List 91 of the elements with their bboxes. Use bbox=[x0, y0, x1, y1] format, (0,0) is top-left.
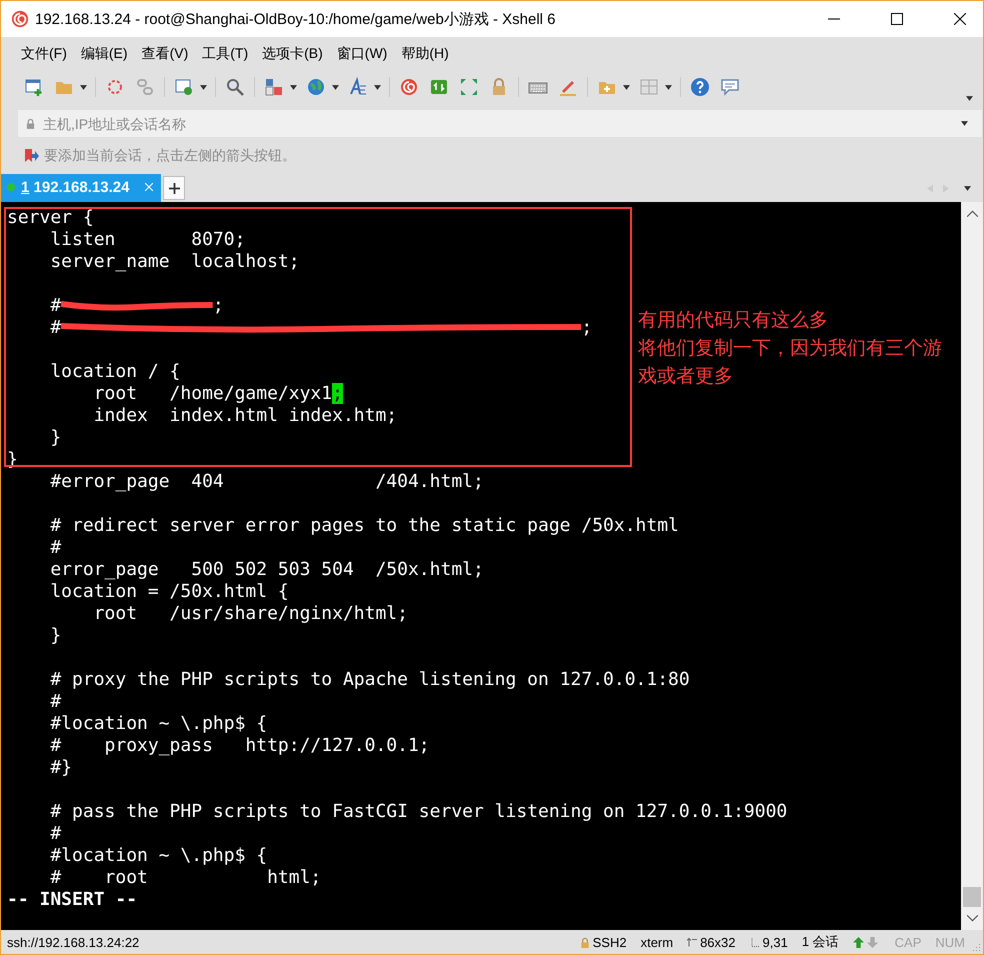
globe-icon[interactable] bbox=[306, 77, 326, 97]
status-dot bbox=[7, 183, 15, 191]
cursor-position: 9,31 bbox=[762, 934, 788, 950]
resize-grip-icon bbox=[971, 942, 981, 952]
help-icon[interactable] bbox=[690, 77, 710, 97]
code-line: location / { bbox=[49, 361, 180, 382]
menu-item[interactable]: 帮助(H) bbox=[401, 44, 449, 62]
code-line: listen 8070; bbox=[49, 229, 246, 250]
code-line: # proxy the PHP scripts to Apache listening on 127.0.0.1:80 bbox=[49, 669, 690, 690]
caret-icon[interactable] bbox=[80, 84, 87, 90]
annotation-text: 有用的代码只有这么多 bbox=[638, 308, 829, 333]
code-line: # bbox=[49, 537, 62, 558]
plus-icon bbox=[168, 182, 180, 194]
fullscreen-icon[interactable] bbox=[459, 77, 479, 97]
protocol-label: SSH2 bbox=[592, 934, 627, 950]
code-line: # bbox=[49, 295, 62, 316]
session-count: 1 会话 bbox=[802, 933, 839, 951]
app-logo-icon bbox=[11, 10, 29, 28]
maximize-icon[interactable] bbox=[891, 13, 903, 25]
caret-icon[interactable] bbox=[665, 84, 672, 90]
menu-item[interactable]: 窗口(W) bbox=[336, 44, 388, 62]
new-tab-button[interactable] bbox=[163, 176, 186, 200]
code-line: root /usr/share/nginx/html; bbox=[92, 603, 408, 624]
close-icon[interactable] bbox=[954, 13, 966, 25]
caret-icon[interactable] bbox=[964, 186, 971, 190]
caret-icon[interactable] bbox=[374, 84, 381, 90]
scroll-down-icon[interactable] bbox=[966, 915, 978, 922]
code-line: # proxy_pass http://127.0.0.1; bbox=[49, 735, 430, 756]
window-title: 192.168.13.24 - root@Shanghai-OldBoy-10:/home/game/web小游戏 - Xshell 6 bbox=[35, 10, 557, 28]
address-bar[interactable]: 主机,IP地址或会话名称 bbox=[17, 109, 983, 138]
scrollbar[interactable] bbox=[961, 202, 983, 930]
key-indicator: CAP bbox=[894, 934, 922, 950]
transfer-icon[interactable] bbox=[429, 77, 449, 97]
code-line: # bbox=[49, 823, 62, 844]
new-session-icon[interactable] bbox=[24, 77, 44, 97]
menu-item[interactable]: 工具(T) bbox=[202, 44, 248, 62]
download-arrow-icon bbox=[866, 936, 878, 948]
lock-icon bbox=[26, 118, 35, 129]
mode-indicator: -- INSERT -- bbox=[7, 889, 138, 910]
code-line: # bbox=[49, 317, 62, 338]
code-line: # bbox=[49, 691, 62, 712]
lock-icon bbox=[580, 936, 590, 948]
key-indicator: NUM bbox=[935, 934, 965, 950]
terminal-size: 86x32 bbox=[700, 934, 736, 950]
code-line: } bbox=[49, 427, 62, 448]
code-line: index index.html index.htm; bbox=[92, 405, 398, 426]
code-line: ; bbox=[581, 317, 592, 338]
connection-address: ssh://192.168.13.24:22 bbox=[7, 934, 140, 950]
properties-icon[interactable] bbox=[174, 77, 194, 97]
code-line: # redirect server error pages to the static page /50x.html bbox=[49, 515, 679, 536]
caret-icon[interactable] bbox=[290, 84, 297, 90]
code-line: error_page 500 502 503 504 /50x.html; bbox=[49, 559, 484, 580]
code-line: location = /50x.html { bbox=[49, 581, 289, 602]
code-line: server { bbox=[7, 207, 94, 228]
text-cursor: ; bbox=[332, 383, 343, 404]
code-line: # pass the PHP scripts to FastCGI server listening on 127.0.0.1:9000 bbox=[49, 801, 788, 822]
scroll-up-icon[interactable] bbox=[966, 210, 978, 217]
resize-icon bbox=[687, 936, 698, 948]
code-line: # root html; bbox=[49, 867, 322, 888]
bookmark-arrow-icon bbox=[23, 148, 39, 164]
code-line: #location ~ \.php$ { bbox=[49, 845, 268, 866]
caret-icon[interactable] bbox=[623, 84, 630, 90]
code-line: #location ~ \.php$ { bbox=[49, 713, 268, 734]
menu-item[interactable]: 文件(F) bbox=[21, 44, 67, 62]
font-icon[interactable] bbox=[348, 77, 368, 97]
caret-icon[interactable] bbox=[961, 121, 968, 126]
code-line: #} bbox=[49, 757, 72, 778]
address-field[interactable]: 主机,IP地址或会话名称 bbox=[41, 114, 960, 132]
hint-text: 要添加当前会话，点击左侧的箭头按钮。 bbox=[44, 147, 296, 165]
disconnect-icon[interactable] bbox=[105, 77, 125, 97]
menu-item[interactable]: 选项卡(B) bbox=[262, 44, 323, 62]
menu-item[interactable]: 查看(V) bbox=[142, 44, 188, 62]
menu-item[interactable]: 编辑(E) bbox=[80, 44, 128, 62]
layout-icon[interactable] bbox=[264, 77, 284, 97]
annotation-text: 将他们复制一下，因为我们有三个游 bbox=[638, 336, 942, 361]
code-line: server_name localhost; bbox=[49, 251, 300, 272]
cursor-position-icon bbox=[750, 936, 760, 948]
code-line: root /home/game/xyx1 bbox=[92, 383, 332, 404]
terminal-type: xterm bbox=[640, 934, 674, 950]
caret-icon[interactable] bbox=[966, 96, 973, 101]
annotation-text: 戏或者更多 bbox=[638, 364, 734, 389]
search-icon[interactable] bbox=[225, 77, 245, 97]
chat-icon[interactable] bbox=[720, 77, 740, 97]
code-line: ; bbox=[212, 295, 224, 316]
scroll-thumb[interactable] bbox=[963, 887, 981, 907]
snail-icon[interactable] bbox=[399, 77, 419, 97]
code-line: } bbox=[49, 625, 62, 646]
code-line: #error_page 404 /404.html; bbox=[49, 471, 484, 492]
caret-icon[interactable] bbox=[332, 84, 339, 90]
upload-arrow-icon bbox=[852, 936, 864, 948]
caret-icon[interactable] bbox=[200, 84, 207, 90]
